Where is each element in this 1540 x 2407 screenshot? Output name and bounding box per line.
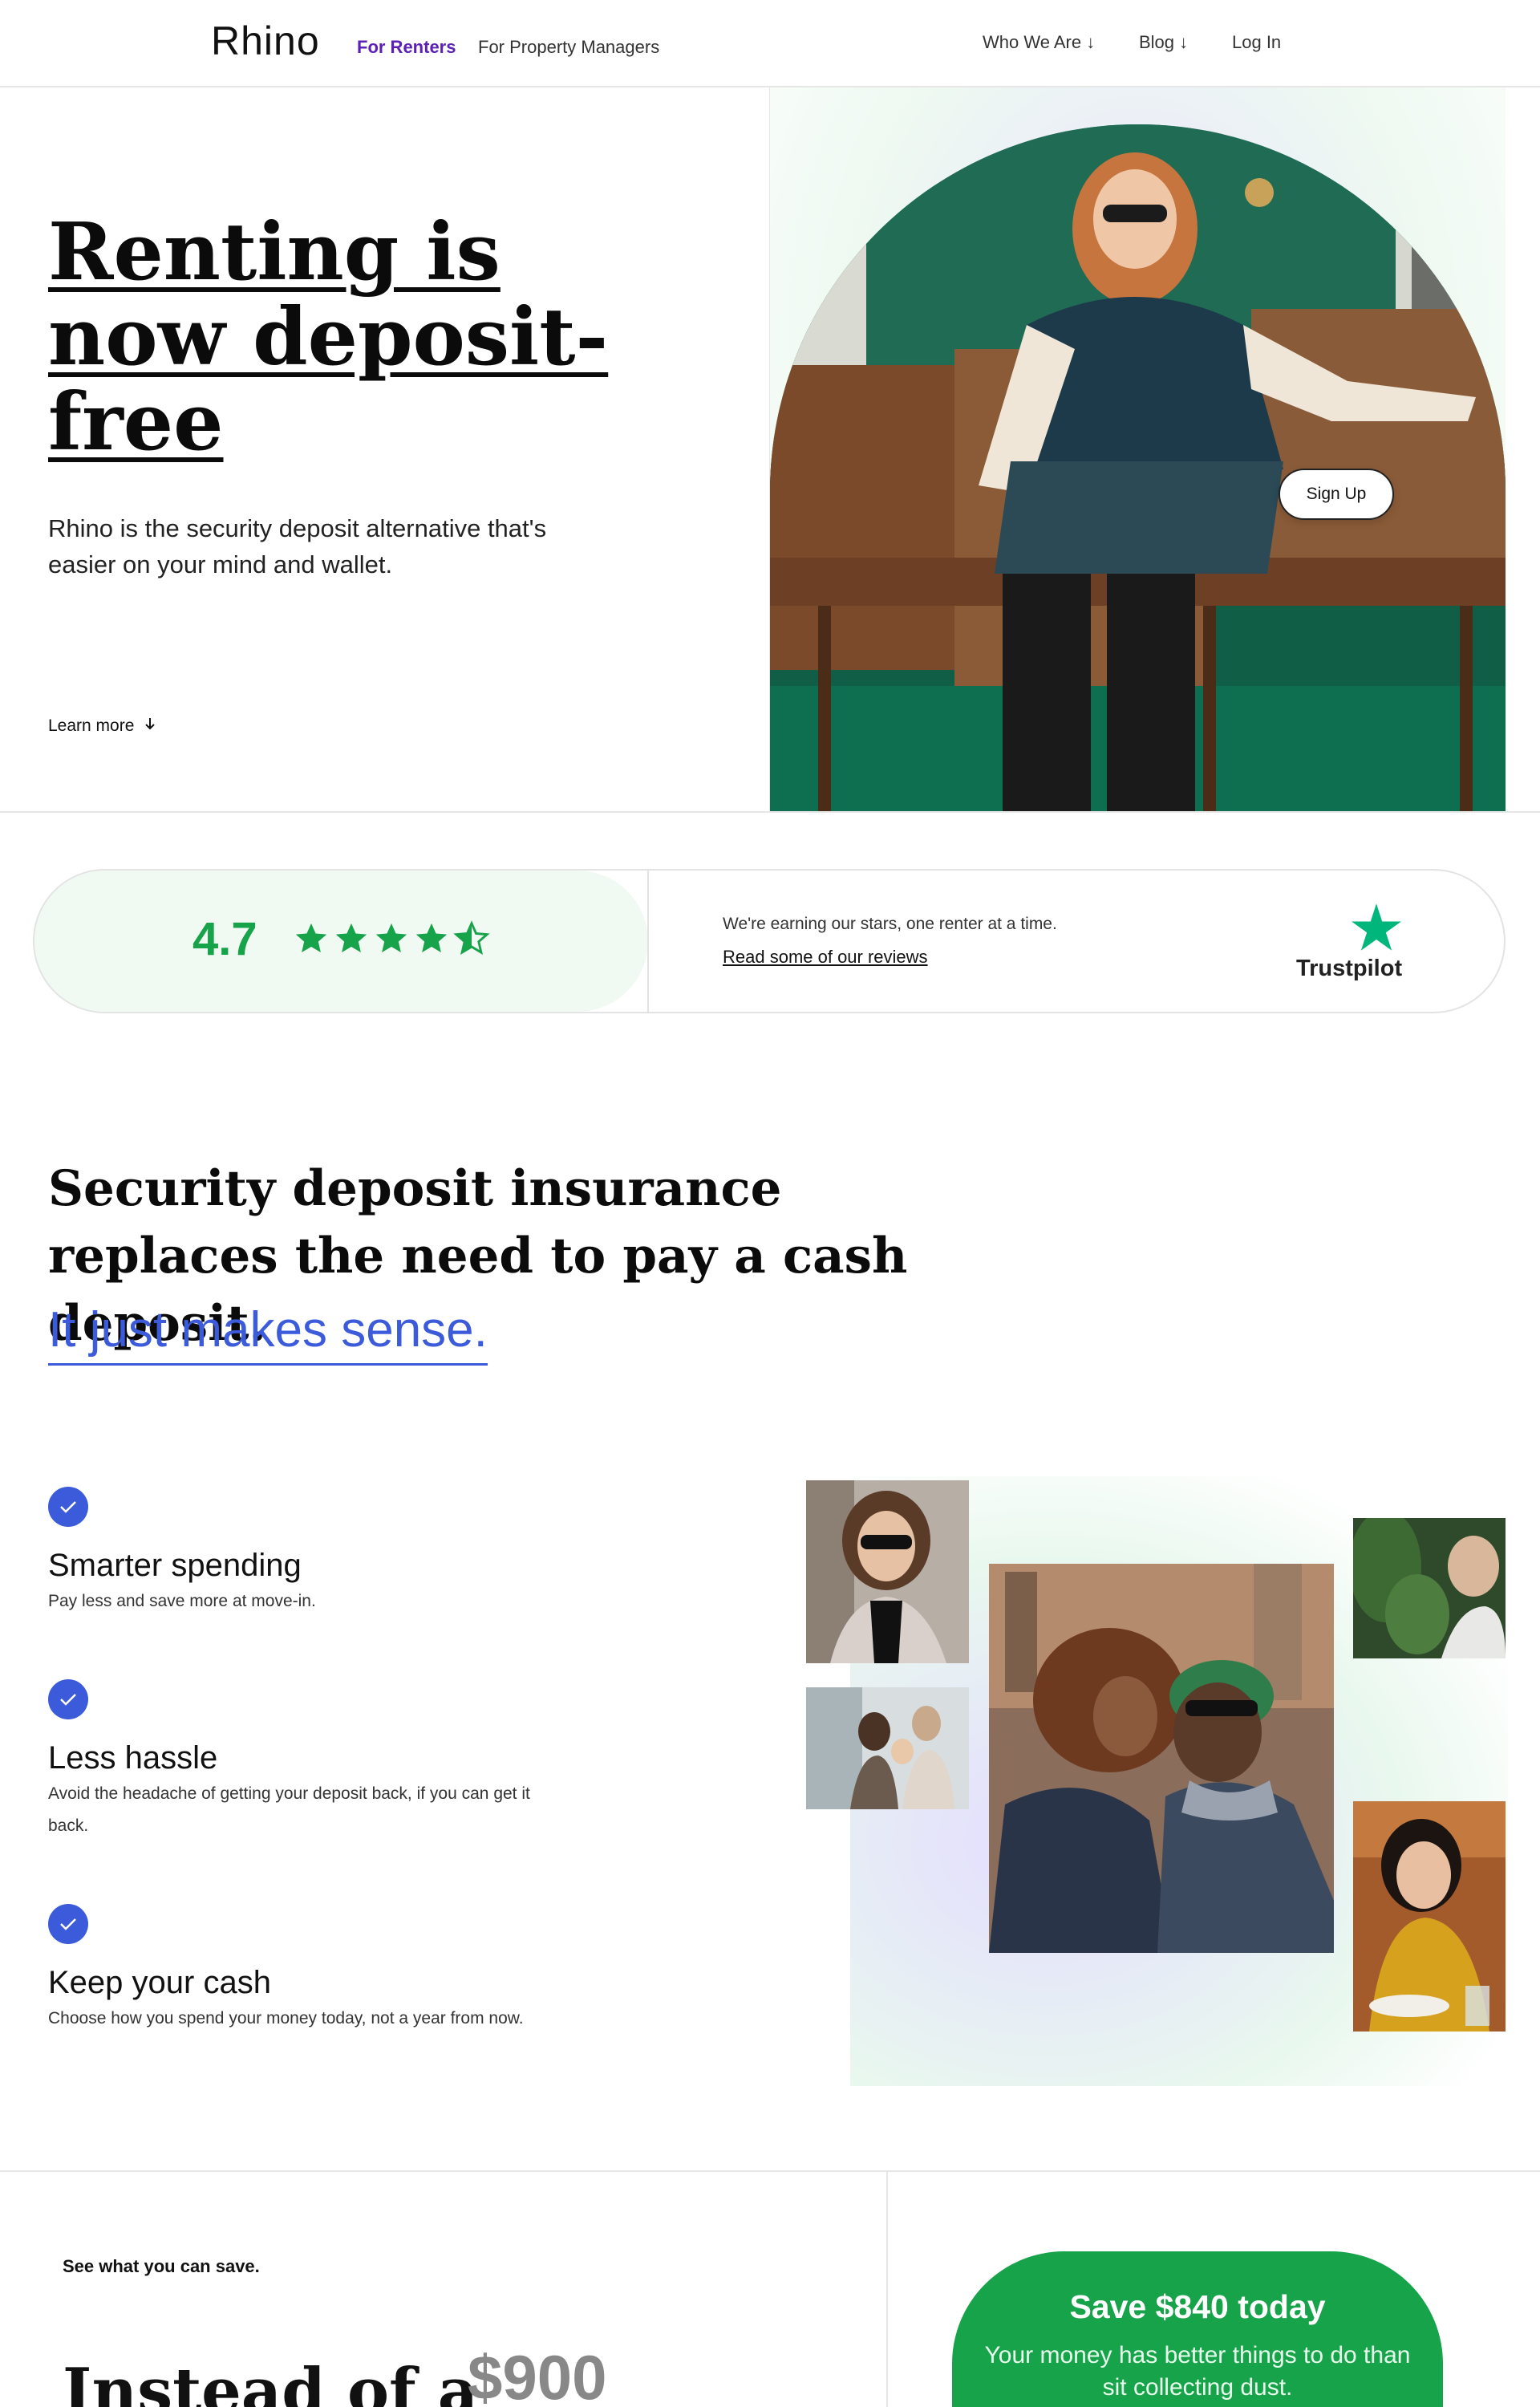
nav-blog[interactable]: Blog ↓: [1139, 32, 1188, 53]
photo-man-plants: [1353, 1518, 1506, 1658]
trustpilot-star-icon: [1352, 903, 1401, 956]
half-star-icon: [453, 920, 490, 956]
rating-score: 4.7: [192, 913, 257, 965]
learn-more-link[interactable]: Learn more: [48, 716, 156, 736]
savings-price: $900: [468, 2342, 607, 2407]
nav-for-renters[interactable]: For Renters: [357, 37, 456, 58]
feature-desc: Pay less and save more at move-in.: [48, 1592, 316, 1610]
rhino-logo[interactable]: Rhino: [211, 18, 320, 64]
top-navigation: Rhino For Renters For Property Managers …: [0, 0, 1540, 87]
feature-title: Less hassle: [48, 1740, 218, 1776]
learn-more-label: Learn more: [48, 716, 135, 735]
hero-title: Renting is now deposit-free: [48, 206, 609, 469]
feature-title: Smarter spending: [48, 1548, 302, 1583]
nav-who-we-are[interactable]: Who We Are ↓: [983, 32, 1095, 53]
savings-top-divider: [0, 2170, 1540, 2172]
check-icon: [48, 1904, 88, 1944]
feature-smarter-spending: Smarter spending Pay less and save more …: [48, 1487, 545, 1618]
sign-up-button[interactable]: Sign Up: [1279, 469, 1394, 520]
trustpilot-logo[interactable]: Trustpilot: [1296, 956, 1402, 982]
feature-less-hassle: Less hassle Avoid the headache of gettin…: [48, 1679, 545, 1842]
photo-family-kitchen: [806, 1687, 969, 1809]
savings-label: See what you can save.: [63, 2256, 260, 2276]
rating-stars: [293, 920, 490, 957]
feature-desc: Avoid the headache of getting your depos…: [48, 1784, 530, 1835]
star-icon: [335, 923, 367, 953]
savings-divider: [886, 2170, 888, 2407]
hero-subtitle: Rhino is the security deposit alternativ…: [48, 514, 547, 578]
savings-instead-text: Instead of a: [63, 2355, 479, 2407]
photo-woman-dining: [1353, 1801, 1506, 2032]
reviews-link[interactable]: Read some of our reviews: [723, 947, 928, 968]
photo-woman-sunglasses: [806, 1480, 969, 1663]
rating-tagline: We're earning our stars, one renter at a…: [723, 915, 1057, 933]
section-accent: It just makes sense.: [48, 1301, 488, 1366]
check-icon: [48, 1679, 88, 1719]
save-card-subtitle: Your money has better things to do than …: [984, 2342, 1411, 2401]
rating-banner: 4.7 We're earning our stars, one renter …: [33, 869, 1506, 1013]
star-icon: [375, 923, 407, 953]
nav-for-property-managers[interactable]: For Property Managers: [478, 37, 659, 58]
feature-title: Keep your cash: [48, 1965, 271, 2000]
feature-keep-your-cash: Keep your cash Choose how you spend your…: [48, 1904, 545, 2035]
star-icon: [415, 923, 448, 953]
hero-bottom-divider: [0, 811, 1540, 813]
rating-divider: [647, 871, 649, 1012]
nav-log-in[interactable]: Log In: [1232, 32, 1281, 53]
photo-couple-kiss: [989, 1564, 1334, 1953]
star-icon: [295, 923, 327, 953]
save-card[interactable]: Save $840 today Your money has better th…: [952, 2251, 1443, 2407]
save-card-title: Save $840 today: [1069, 2288, 1326, 2325]
check-icon: [48, 1487, 88, 1527]
arrow-down-icon: [144, 716, 156, 736]
feature-desc: Choose how you spend your money today, n…: [48, 2009, 524, 2027]
